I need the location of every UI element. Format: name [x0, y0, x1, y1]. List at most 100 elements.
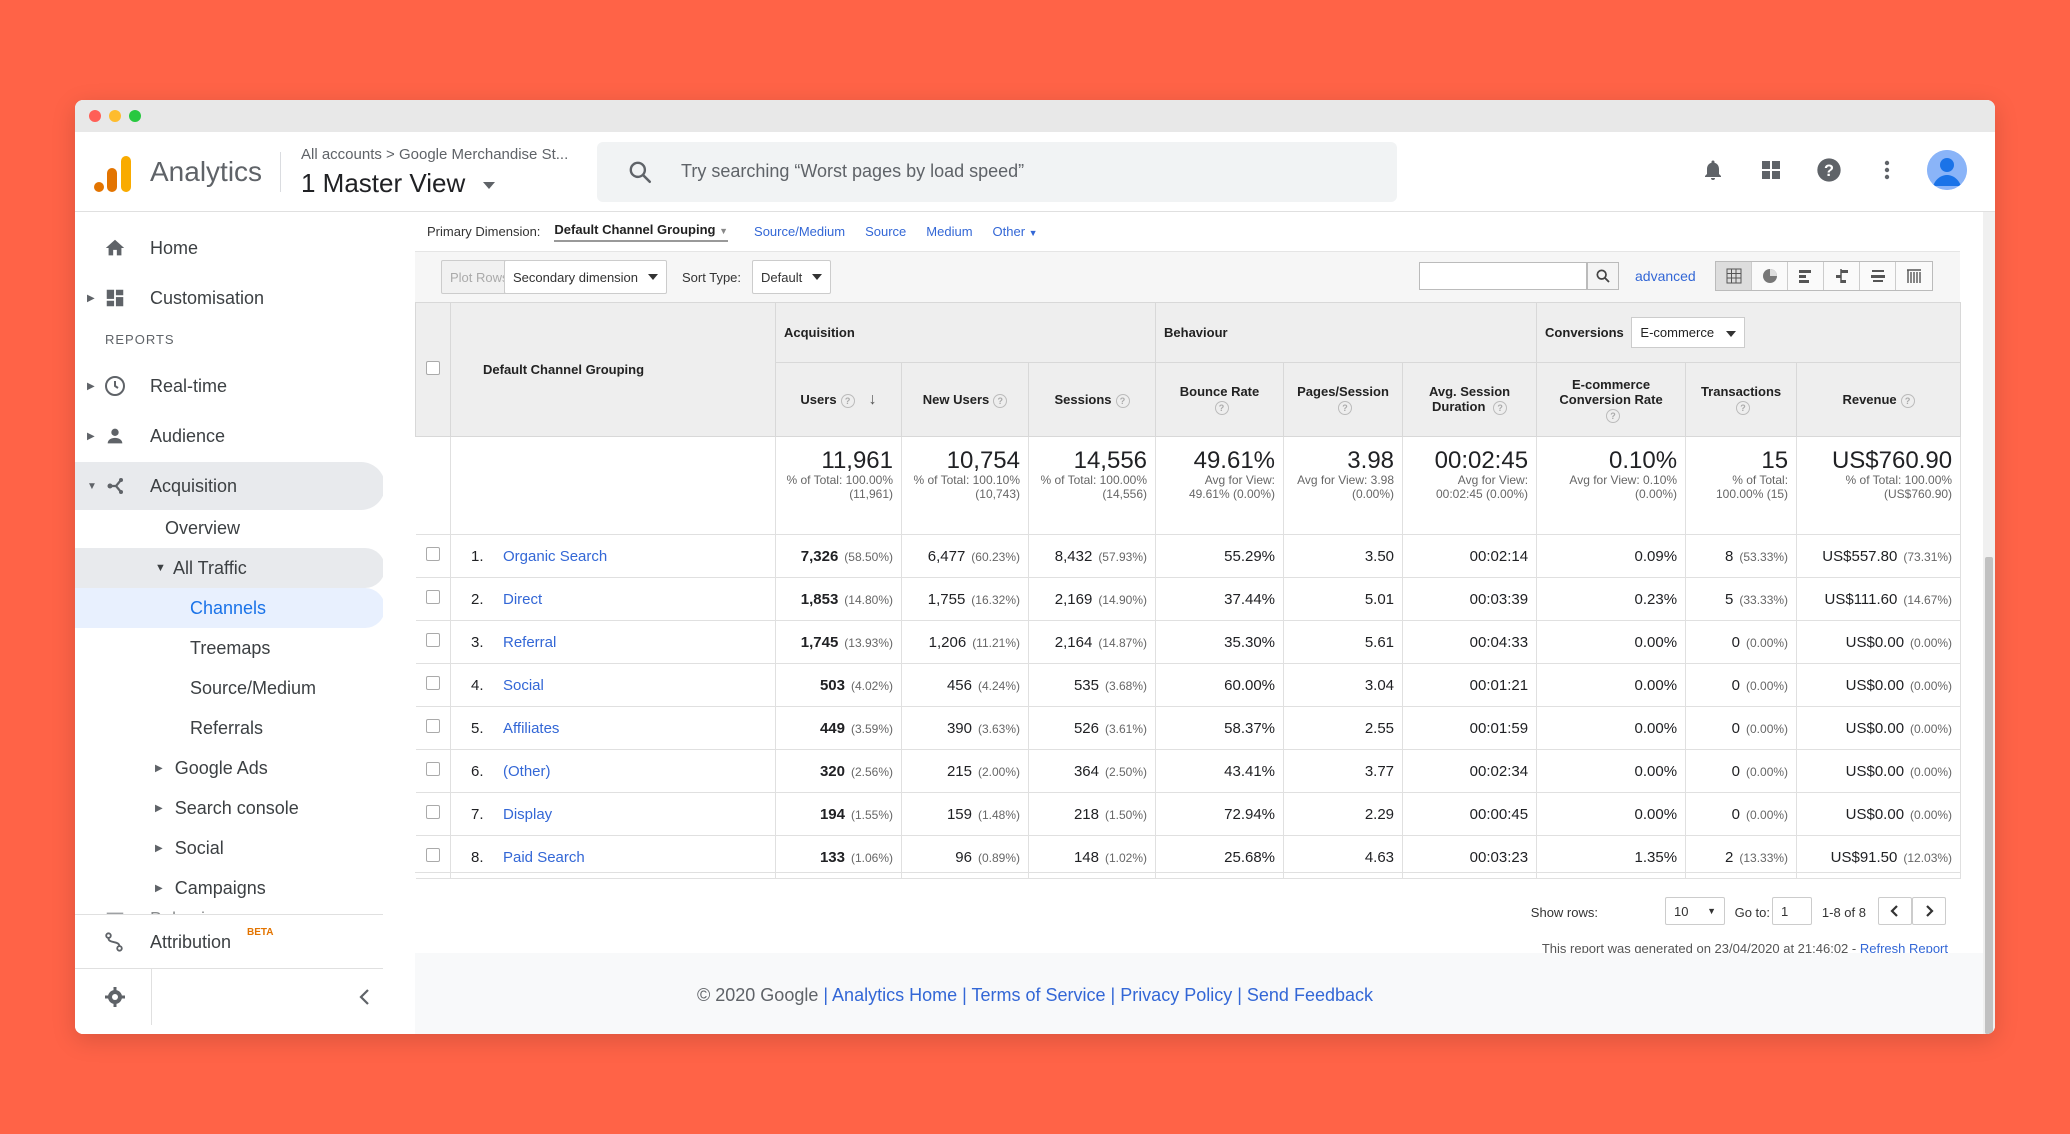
col-bounce-rate-header[interactable]: Bounce Rate?	[1155, 362, 1285, 437]
user-avatar[interactable]	[1927, 150, 1967, 190]
conversions-goal-dropdown[interactable]: E-commerce	[1631, 317, 1746, 348]
table-row[interactable]: 7. Display 194 (1.55%) 159 (1.48%) 218 (1.50%) 7…	[415, 792, 1962, 836]
show-rows-select[interactable]: 10 ▼	[1665, 897, 1725, 925]
row-checkbox[interactable]	[425, 547, 440, 561]
view-selector[interactable]: 1 Master View	[301, 168, 495, 199]
sidebar-item-google-ads[interactable]: ▶ Google Ads	[155, 748, 268, 788]
performance-view-icon[interactable]	[1788, 262, 1824, 290]
sidebar-item-channels[interactable]: Channels	[75, 588, 383, 628]
analytics-home-link[interactable]: Analytics Home	[832, 985, 957, 1005]
minimize-window-button[interactable]	[109, 110, 121, 122]
sidebar-item-realtime[interactable]: ▶ Real-time	[75, 362, 383, 410]
table-row[interactable]: 6. (Other) 320 (2.56%) 215 (2.00%) 364 (2.50%) 4…	[415, 749, 1962, 793]
prev-page-button[interactable]	[1878, 897, 1912, 925]
channel-link[interactable]: Paid Search	[503, 849, 585, 866]
sidebar-item-search-console[interactable]: ▶ Search console	[155, 788, 299, 828]
help-icon[interactable]: ?	[1606, 408, 1621, 423]
col-users-header[interactable]: Users? ↓	[775, 362, 902, 437]
col-sessions-header[interactable]: Sessions?	[1027, 362, 1157, 437]
col-conversion-rate-header[interactable]: E-commerce Conversion Rate?	[1536, 362, 1687, 437]
sidebar-item-home[interactable]: Home	[75, 224, 383, 272]
secondary-dimension-dropdown[interactable]: Secondary dimension	[504, 260, 668, 294]
account-breadcrumb[interactable]: All accounts > Google Merchandise St...	[301, 146, 568, 163]
table-row[interactable]: 3. Referral 1,745 (13.93%) 1,206 (11.21%) 2,16…	[415, 620, 1962, 664]
page-scrollbar[interactable]	[1983, 212, 1995, 1034]
row-checkbox[interactable]	[425, 590, 440, 604]
channel-link[interactable]: Affiliates	[503, 720, 559, 737]
table-row[interactable]: 1. Organic Search 7,326 (58.50%) 6,477 (60.23…	[415, 534, 1962, 578]
pivot-view-icon[interactable]	[1896, 262, 1932, 290]
dimension-other[interactable]: Other ▼	[993, 224, 1038, 239]
help-icon[interactable]: ?	[1214, 401, 1229, 415]
apps-grid-icon[interactable]	[1753, 152, 1789, 188]
maximize-window-button[interactable]	[129, 110, 141, 122]
row-checkbox[interactable]	[425, 633, 440, 647]
col-pages-session-header[interactable]: Pages/Session?	[1283, 362, 1404, 437]
sidebar-item-audience[interactable]: ▶ Audience	[75, 412, 383, 460]
table-row[interactable]: 2. Direct 1,853 (14.80%) 1,755 (16.32%) 2,169 (…	[415, 577, 1962, 621]
col-revenue-header[interactable]: Revenue?	[1796, 362, 1962, 437]
sidebar-item-social[interactable]: ▶ Social	[155, 828, 224, 868]
dimension-active[interactable]: Default Channel Grouping ▼	[554, 222, 729, 242]
advanced-filter-link[interactable]: advanced	[1635, 268, 1696, 284]
row-checkbox[interactable]	[425, 719, 440, 733]
channel-link[interactable]: Display	[503, 806, 552, 823]
sidebar-item-acquisition[interactable]: ▼ Acquisition	[75, 462, 383, 510]
dimension-header[interactable]: Default Channel Grouping	[450, 302, 776, 437]
channel-link[interactable]: Direct	[503, 591, 542, 608]
table-row[interactable]: 5. Affiliates 449 (3.59%) 390 (3.63%) 526 (3.61…	[415, 706, 1962, 750]
help-icon[interactable]: ?	[840, 393, 855, 408]
table-view-icon[interactable]	[1716, 262, 1752, 290]
row-checkbox[interactable]	[425, 848, 440, 862]
sidebar-item-source-medium[interactable]: Source/Medium	[190, 668, 316, 708]
help-icon[interactable]: ?	[1338, 401, 1353, 415]
col-transactions-header[interactable]: Transactions?	[1685, 362, 1798, 437]
channel-link[interactable]: Referral	[503, 634, 556, 651]
help-icon[interactable]: ?	[1900, 393, 1915, 408]
sidebar-item-campaigns[interactable]: ▶ Campaigns	[155, 868, 266, 908]
col-new-users-header[interactable]: New Users?	[901, 362, 1029, 437]
dimension-source-medium[interactable]: Source/Medium	[754, 224, 845, 239]
pie-view-icon[interactable]	[1752, 262, 1788, 290]
search-bar[interactable]: Try searching “Worst pages by load speed…	[597, 142, 1397, 202]
terms-of-service-link[interactable]: Terms of Service	[971, 985, 1105, 1005]
sidebar-item-treemaps[interactable]: Treemaps	[190, 628, 270, 668]
notifications-bell-icon[interactable]	[1695, 152, 1731, 188]
sidebar-item-all-traffic[interactable]: ▼ All Traffic	[75, 548, 383, 588]
help-icon[interactable]: ?	[1811, 152, 1847, 188]
goto-page-input[interactable]: 1	[1772, 897, 1812, 925]
row-checkbox[interactable]	[425, 762, 440, 776]
analytics-logo-icon[interactable]	[93, 154, 133, 199]
next-page-button[interactable]	[1912, 897, 1946, 925]
comparison-view-icon[interactable]	[1824, 262, 1860, 290]
sidebar-item-overview[interactable]: Overview	[165, 508, 240, 548]
sidebar-item-attribution[interactable]: Attribution BETA	[75, 914, 383, 968]
help-icon[interactable]: ?	[993, 393, 1008, 408]
channel-link[interactable]: Social	[503, 677, 544, 694]
send-feedback-link[interactable]: Send Feedback	[1247, 985, 1373, 1005]
sort-type-dropdown[interactable]: Default	[752, 260, 832, 294]
channel-link[interactable]: Organic Search	[503, 548, 607, 565]
select-all-checkbox[interactable]	[426, 361, 440, 375]
help-icon[interactable]: ?	[1493, 401, 1508, 415]
close-window-button[interactable]	[89, 110, 101, 122]
row-checkbox[interactable]	[425, 805, 440, 819]
scrollbar-thumb[interactable]	[1985, 557, 1993, 1034]
help-icon[interactable]: ?	[1115, 393, 1130, 408]
table-row[interactable]: 4. Social 503 (4.02%) 456 (4.24%) 535 (3.68%) 60…	[415, 663, 1962, 707]
breadcrumb-all-accounts[interactable]: All accounts	[301, 146, 382, 163]
dimension-medium[interactable]: Medium	[926, 224, 972, 239]
sidebar-item-customisation[interactable]: ▶ Customisation	[75, 274, 383, 322]
row-checkbox[interactable]	[425, 676, 440, 690]
table-filter-search-button[interactable]	[1587, 262, 1619, 290]
sidebar-item-referrals[interactable]: Referrals	[190, 708, 263, 748]
breadcrumb-property[interactable]: Google Merchandise St...	[399, 146, 568, 163]
dimension-source[interactable]: Source	[865, 224, 906, 239]
col-avg-session-duration-header[interactable]: Avg. Session Duration ?	[1402, 362, 1538, 437]
more-vert-icon[interactable]	[1869, 152, 1905, 188]
help-icon[interactable]: ?	[1736, 401, 1751, 415]
table-filter-input[interactable]	[1419, 262, 1587, 290]
term-cloud-view-icon[interactable]	[1860, 262, 1896, 290]
privacy-policy-link[interactable]: Privacy Policy	[1120, 985, 1232, 1005]
channel-link[interactable]: (Other)	[503, 763, 551, 780]
